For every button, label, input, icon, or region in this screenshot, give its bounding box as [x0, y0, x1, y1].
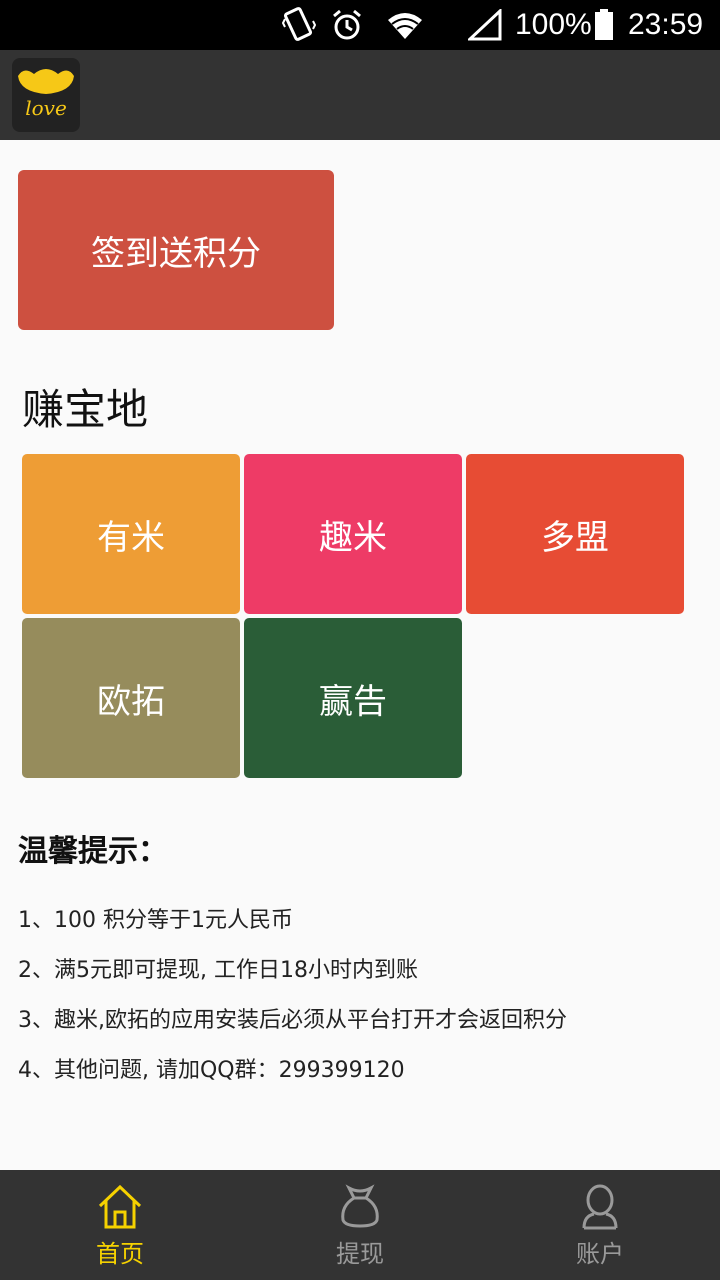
battery-icon	[594, 0, 614, 50]
tip-item: 4、其他问题, 请加QQ群：299399120	[18, 1058, 405, 1083]
tip-item: 3、趣米,欧拓的应用安装后必须从平台打开才会返回积分	[18, 1008, 567, 1033]
nav-account-label: 账户	[576, 1240, 624, 1268]
alarm-icon	[330, 0, 364, 50]
tip-item: 1、100 积分等于1元人民币	[18, 908, 293, 933]
money-bag-icon	[341, 1184, 379, 1228]
section-title: 赚宝地	[22, 385, 149, 434]
tile-youmi[interactable]: 有米	[22, 454, 240, 614]
nav-home[interactable]: 首页	[0, 1170, 240, 1280]
nav-home-label: 首页	[96, 1240, 144, 1268]
tile-yinggao[interactable]: 赢告	[244, 618, 462, 778]
app-bar: love	[0, 50, 720, 140]
battery-percentage: 100%	[515, 8, 592, 41]
tile-duomeng[interactable]: 多盟	[466, 454, 684, 614]
vibrate-icon	[282, 0, 316, 50]
home-icon	[98, 1184, 142, 1229]
clock: 23:59	[628, 8, 704, 41]
nav-withdraw-label: 提现	[336, 1240, 384, 1268]
signin-points-button[interactable]: 签到送积分	[18, 170, 334, 330]
nav-withdraw[interactable]: 提现	[240, 1170, 480, 1280]
status-bar: 100% 23:59	[0, 0, 720, 50]
logo-text: love	[25, 96, 67, 120]
app-logo[interactable]: love	[12, 58, 80, 132]
tips-title: 温馨提示：	[18, 834, 168, 869]
tip-item: 2、满5元即可提现, 工作日18小时内到账	[18, 958, 418, 983]
tile-qumi[interactable]: 趣米	[244, 454, 462, 614]
wifi-icon	[386, 0, 424, 50]
user-icon	[582, 1184, 618, 1230]
nav-account[interactable]: 账户	[480, 1170, 720, 1280]
bottom-nav: 首页 提现 账户	[0, 1170, 720, 1280]
signal-icon	[468, 0, 502, 50]
tile-outuo[interactable]: 欧拓	[22, 618, 240, 778]
